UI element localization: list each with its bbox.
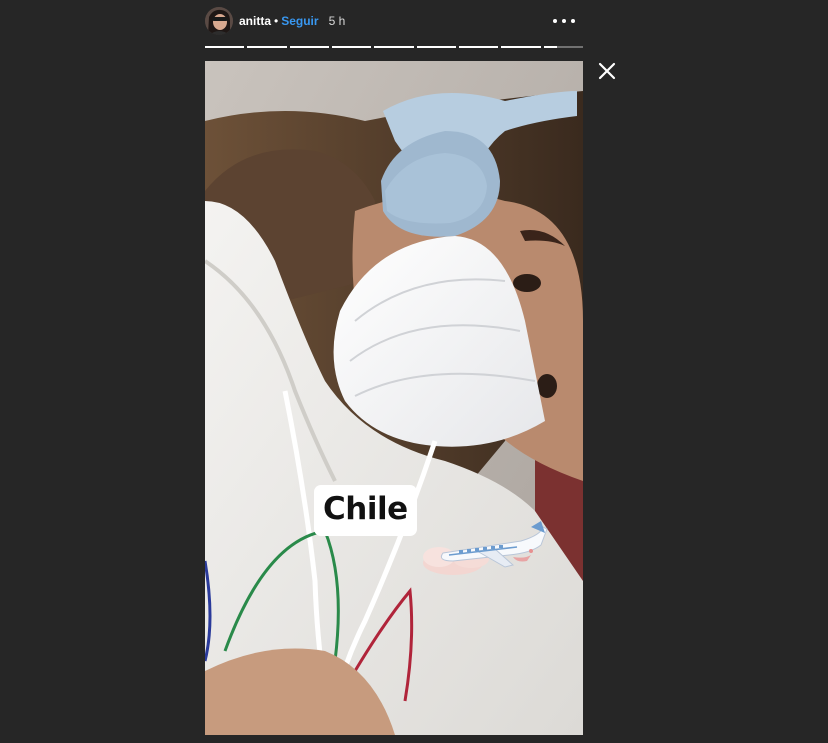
more-options-icon[interactable] bbox=[553, 11, 575, 31]
separator-dot: • bbox=[274, 14, 279, 28]
progress-segment-fill bbox=[501, 46, 541, 48]
story-header: anitta • Seguir 5 h bbox=[205, 6, 583, 36]
progress-segment-fill bbox=[331, 46, 372, 48]
progress-segment bbox=[289, 46, 329, 48]
avatar[interactable] bbox=[205, 7, 233, 35]
follow-button[interactable]: Seguir bbox=[281, 14, 318, 28]
timestamp: 5 h bbox=[328, 14, 346, 28]
progress-segment bbox=[247, 46, 287, 48]
location-text-sticker: Chile bbox=[314, 485, 417, 536]
progress-segment bbox=[458, 46, 499, 48]
progress-segment-fill bbox=[374, 46, 414, 48]
progress-segment bbox=[205, 46, 245, 48]
progress-segment-fill bbox=[543, 46, 558, 48]
progress-segment bbox=[416, 46, 456, 48]
progress-segment-fill bbox=[289, 46, 329, 48]
progress-segment-fill bbox=[205, 46, 245, 48]
username[interactable]: anitta bbox=[239, 14, 271, 28]
story-viewer: anitta • Seguir 5 h Chile bbox=[0, 0, 828, 743]
close-icon[interactable] bbox=[597, 61, 617, 81]
progress-segment bbox=[331, 46, 372, 48]
progress-segment-fill bbox=[458, 46, 499, 48]
progress-segment bbox=[501, 46, 541, 48]
progress-segment bbox=[374, 46, 414, 48]
story-photo bbox=[205, 61, 583, 735]
progress-segment bbox=[543, 46, 583, 48]
story-media[interactable]: Chile bbox=[205, 61, 583, 735]
story-progress-bar bbox=[205, 46, 583, 48]
progress-segment-fill bbox=[416, 46, 456, 48]
progress-segment-fill bbox=[247, 46, 287, 48]
airplane-sticker bbox=[423, 521, 548, 575]
